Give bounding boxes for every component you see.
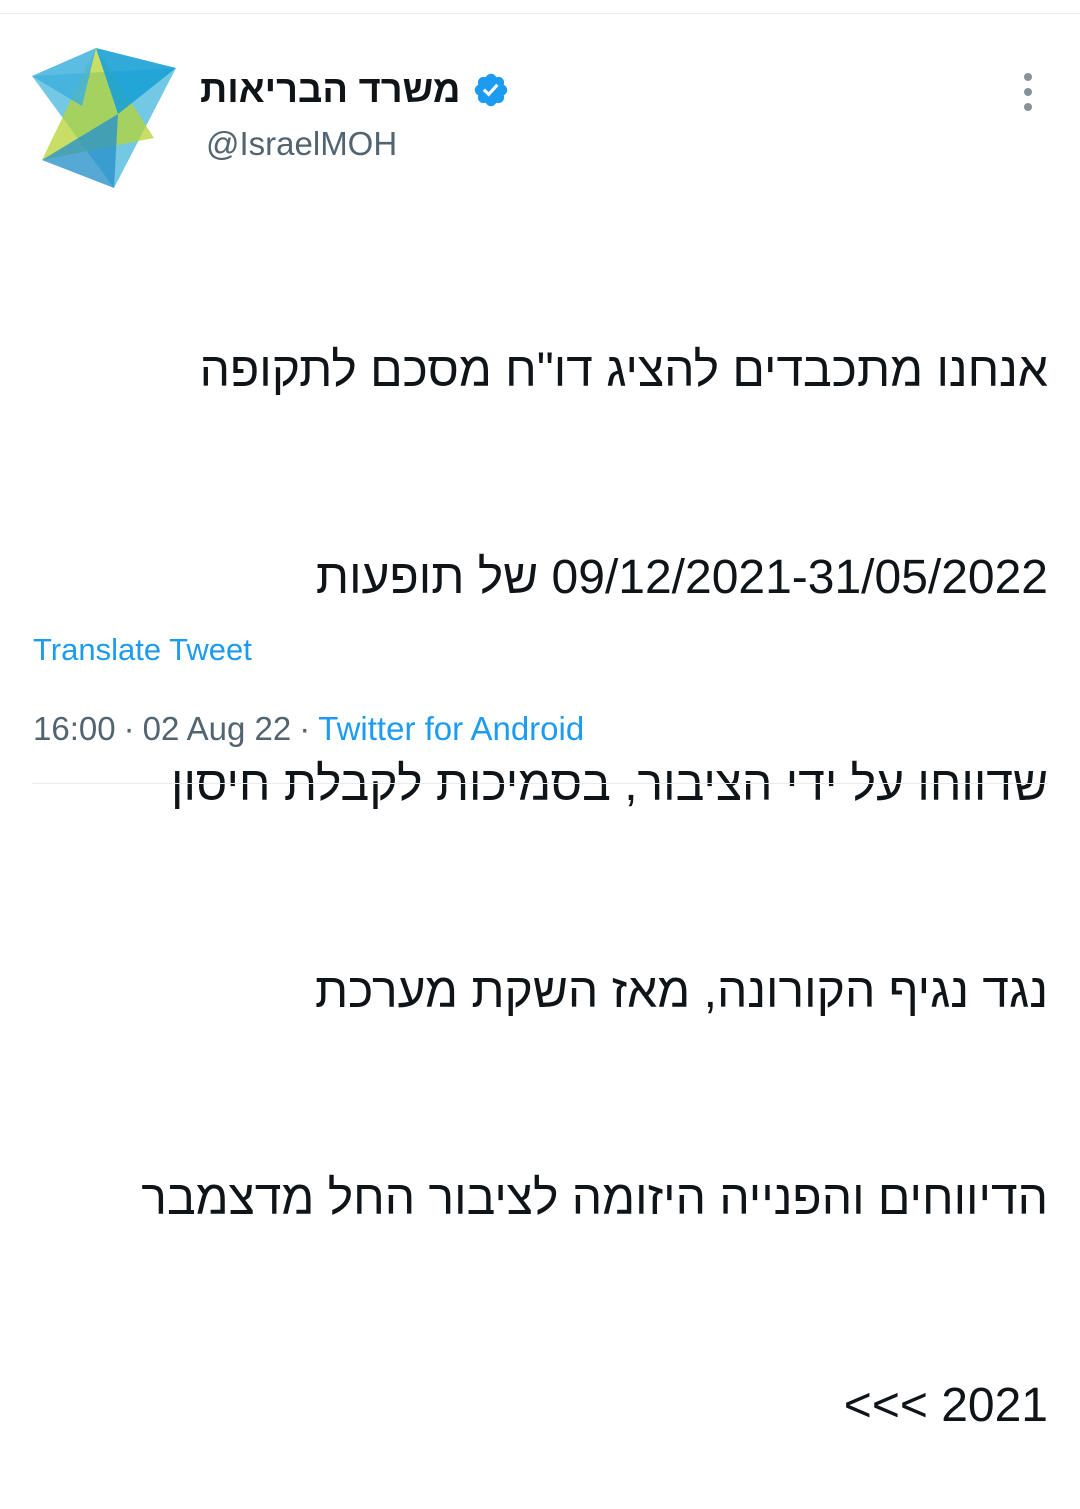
- tweet-date[interactable]: 02 Aug 22: [143, 710, 292, 747]
- author-handle[interactable]: @IsraelMOH: [206, 122, 510, 166]
- tweet-text-line: 2021 >>>: [843, 1379, 1048, 1432]
- tweet-text-line: 09/12/2021-31/05/2022 של תופעות: [315, 551, 1048, 604]
- tweet-text-line: אנחנו מתכבדים להציג דו"ח מסכם לתקופה: [199, 344, 1048, 397]
- tweet-text: אנחנו מתכבדים להציג דו"ח מסכם לתקופה 09/…: [32, 198, 1048, 1509]
- tweet-text-line: נגד נגיף הקורונה, מאז השקת מערכת: [315, 965, 1048, 1018]
- author-display-name[interactable]: משרד הבריאות: [200, 64, 460, 116]
- israel-moh-logo-icon: [32, 48, 176, 188]
- meta-separator: ·: [299, 710, 311, 747]
- verified-badge-icon: [475, 73, 508, 107]
- tweet-header: משרד הבריאות @IsraelMOH: [200, 64, 510, 174]
- avatar[interactable]: [32, 48, 176, 188]
- translate-tweet-link[interactable]: Translate Tweet: [33, 628, 252, 672]
- more-options-icon[interactable]: [1020, 72, 1036, 112]
- meta-separator: ·: [123, 710, 135, 747]
- tweet-source-link[interactable]: Twitter for Android: [318, 710, 584, 747]
- tweet-text-line: שדווחו על ידי הציבור, בסמיכות לקבלת חיסו…: [170, 758, 1048, 811]
- bottom-divider: [32, 783, 1048, 784]
- top-divider: [0, 13, 1080, 14]
- tweet-time[interactable]: 16:00: [33, 710, 116, 747]
- tweet-meta: 16:00 · 02 Aug 22 · Twitter for Android: [33, 706, 584, 752]
- tweet-text-line: הדיווחים והפנייה היזומה לציבור החל מדצמב…: [141, 1172, 1048, 1225]
- author-name-row: משרד הבריאות: [200, 64, 510, 116]
